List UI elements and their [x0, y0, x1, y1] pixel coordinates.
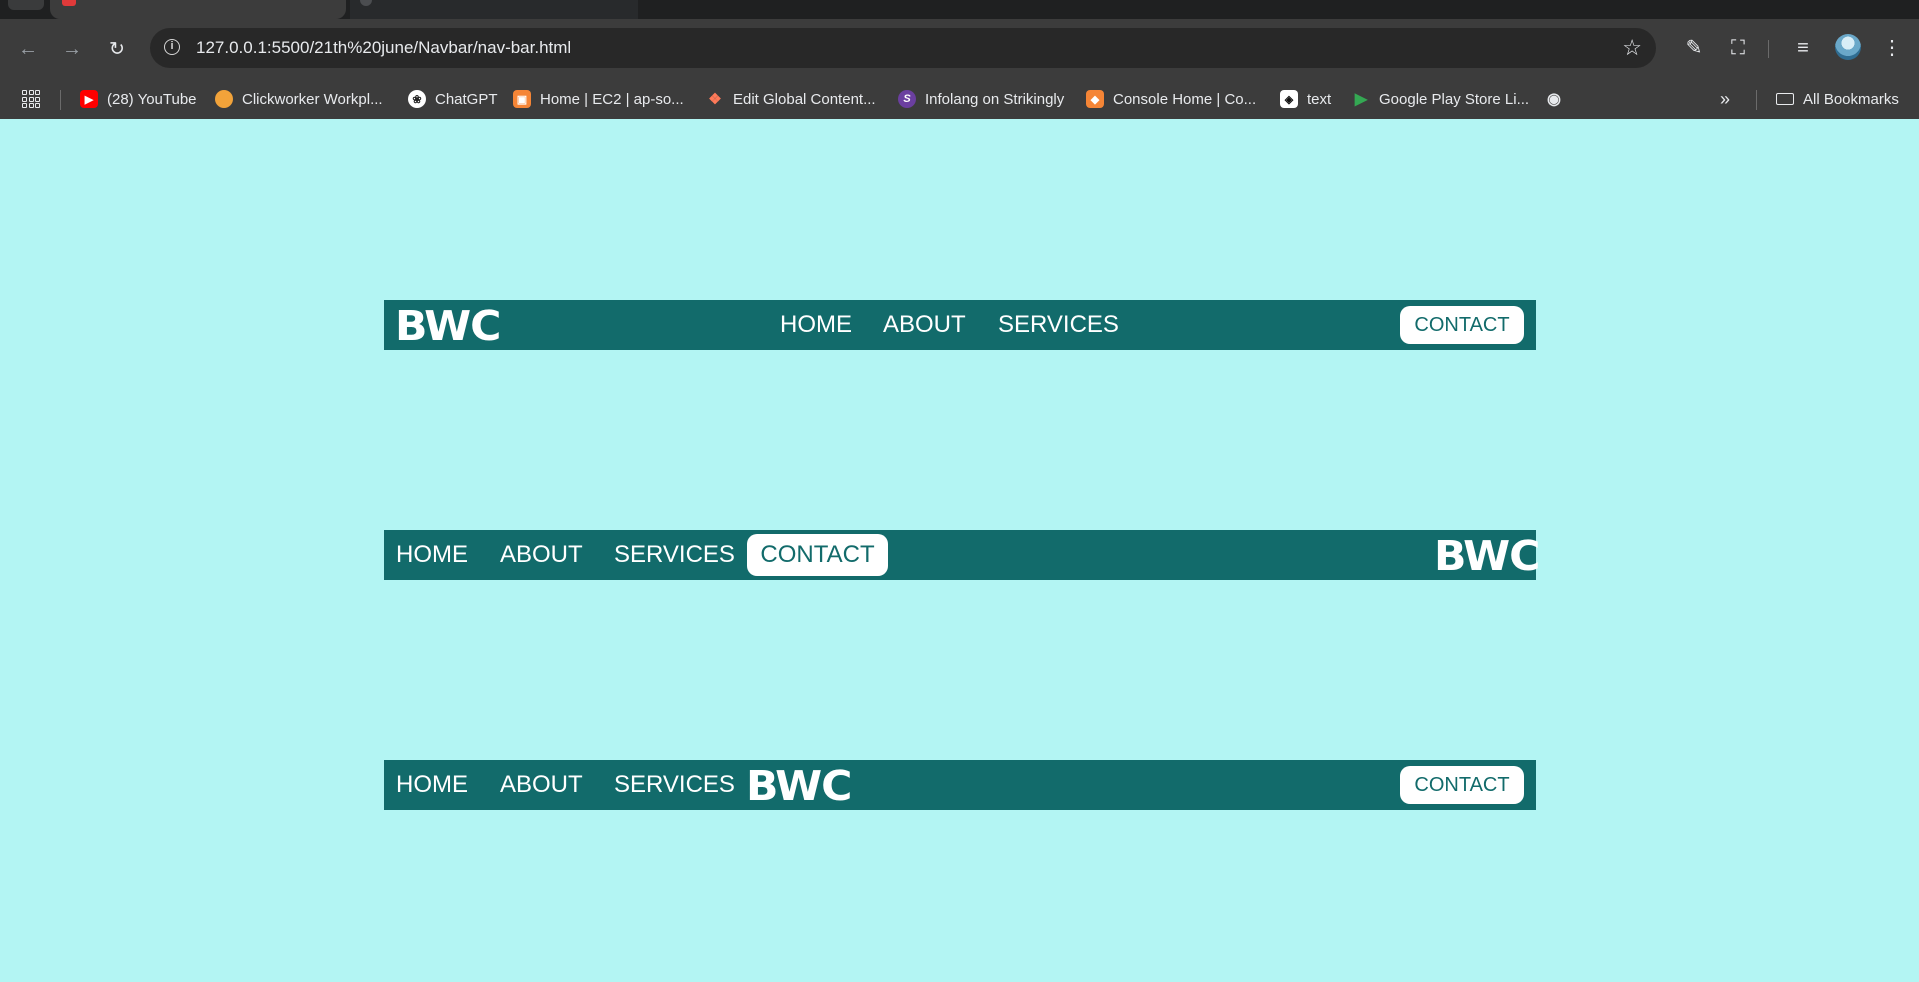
logo[interactable]: BWC [1434, 530, 1540, 580]
menu-kebab-icon[interactable]: ⋮ [1878, 35, 1906, 63]
bookmark-google-play[interactable]: ▶ Google Play Store Li... [1352, 88, 1529, 110]
nav-link-about[interactable]: ABOUT [500, 760, 583, 810]
navbar-2: HOME ABOUT SERVICES CONTACT BWC [384, 530, 1540, 580]
bookmark-label: text [1307, 90, 1332, 108]
tab-partial[interactable] [8, 0, 44, 10]
navbar-1: BWC HOME ABOUT SERVICES CONTACT [384, 300, 1536, 350]
chatgpt-icon: ❀ [408, 90, 426, 108]
all-bookmarks[interactable]: All Bookmarks [1776, 88, 1899, 110]
bookmark-chatgpt[interactable]: ❀ ChatGPT [408, 88, 498, 110]
nav-link-about[interactable]: ABOUT [883, 300, 966, 350]
bookmark-label: Infolang on Strikingly [925, 90, 1065, 108]
logo[interactable]: BWC [395, 300, 501, 350]
nav-link-about[interactable]: ABOUT [500, 530, 583, 580]
bookmarks-divider [60, 90, 61, 110]
nav-link-home[interactable]: HOME [780, 300, 852, 350]
tab-favicon-icon [360, 0, 372, 6]
contact-button[interactable]: CONTACT [747, 534, 888, 576]
eyedropper-extension-icon[interactable]: ✎ [1680, 35, 1708, 63]
aws-console-icon: ◆ [1086, 90, 1104, 108]
bookmark-label: Edit Global Content... [733, 90, 876, 108]
logo[interactable]: BWC [746, 760, 852, 810]
nav-link-home[interactable]: HOME [396, 530, 468, 580]
tab-strip [0, 0, 1919, 19]
bookmark-label: ChatGPT [435, 90, 498, 108]
back-arrow-icon[interactable]: ← [15, 36, 41, 62]
site-info-icon[interactable]: i [164, 39, 180, 55]
tab-active[interactable] [50, 0, 346, 19]
bookmark-label: Console Home | Co... [1113, 90, 1257, 108]
globe-icon: ◉ [1547, 91, 1561, 108]
all-bookmarks-label: All Bookmarks [1803, 90, 1899, 108]
bookmarks-divider [1756, 90, 1757, 110]
bookmark-aws-console[interactable]: ◆ Console Home | Co... [1086, 88, 1256, 110]
folder-icon [1776, 93, 1794, 105]
nav-link-services[interactable]: SERVICES [614, 760, 735, 810]
strikingly-icon: S [898, 90, 916, 108]
bookmark-label: Google Play Store Li... [1379, 90, 1530, 108]
nav-link-home[interactable]: HOME [396, 760, 468, 810]
bookmark-text[interactable]: ◈ text [1280, 88, 1331, 110]
address-bar[interactable]: i 127.0.0.1:5500/21th%20june/Navbar/nav-… [150, 28, 1656, 68]
google-play-icon: ▶ [1354, 91, 1368, 108]
bookmark-clickworker[interactable]: Clickworker Workpl... [215, 88, 383, 110]
bookmark-hubspot[interactable]: ❖ Edit Global Content... [706, 88, 876, 110]
bookmark-ec2[interactable]: ▣ Home | EC2 | ap-so... [513, 88, 684, 110]
more-bookmarks-chevron-icon[interactable]: » [1720, 88, 1730, 110]
reading-list-icon[interactable]: ≡ [1789, 35, 1817, 63]
contact-button[interactable]: CONTACT [1400, 766, 1524, 804]
bookmarks-bar: ▶ (28) YouTube Clickworker Workpl... ❀ C… [0, 78, 1919, 119]
apps-grid-icon[interactable] [22, 90, 40, 108]
youtube-icon [62, 0, 76, 6]
forward-arrow-icon[interactable]: → [59, 36, 85, 62]
navbar-3: HOME ABOUT SERVICES BWC CONTACT [384, 760, 1536, 810]
bookmark-star-icon[interactable]: ☆ [1622, 35, 1642, 61]
aws-ec2-icon: ▣ [513, 90, 531, 108]
toolbar-divider [1768, 40, 1769, 58]
tab-inactive[interactable] [350, 0, 638, 19]
browser-toolbar: ← → ↻ i 127.0.0.1:5500/21th%20june/Navba… [0, 19, 1919, 78]
extensions-puzzle-icon[interactable]: ⛶ [1724, 35, 1752, 63]
contact-button[interactable]: CONTACT [1400, 306, 1524, 344]
bookmark-strikingly[interactable]: S Infolang on Strikingly [898, 88, 1064, 110]
address-bar-url[interactable]: 127.0.0.1:5500/21th%20june/Navbar/nav-ba… [196, 38, 571, 58]
reload-icon[interactable]: ↻ [104, 36, 130, 62]
nav-link-services[interactable]: SERVICES [614, 530, 735, 580]
bookmark-globe[interactable]: ◉ [1545, 88, 1572, 110]
bookmark-label: Home | EC2 | ap-so... [540, 90, 684, 108]
bookmark-youtube[interactable]: ▶ (28) YouTube [80, 88, 197, 110]
clickworker-icon [215, 90, 233, 108]
hubspot-icon: ❖ [708, 91, 722, 108]
codepen-icon: ◈ [1280, 90, 1298, 108]
bookmark-label: Clickworker Workpl... [242, 90, 383, 108]
profile-avatar[interactable] [1835, 34, 1861, 60]
youtube-icon: ▶ [80, 90, 98, 108]
nav-link-services[interactable]: SERVICES [998, 300, 1119, 350]
bookmark-label: (28) YouTube [107, 90, 197, 108]
